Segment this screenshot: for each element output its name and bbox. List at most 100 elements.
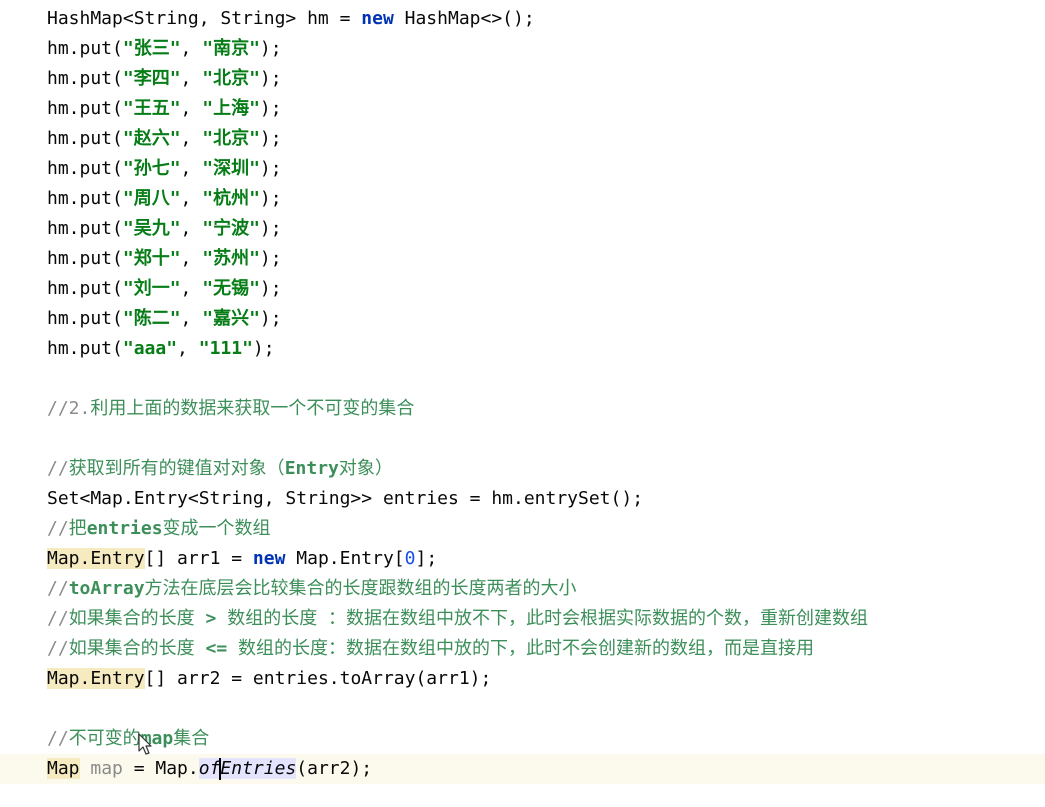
string-literal: "苏州" <box>202 248 260 269</box>
code-text: Map.Entry[ <box>285 548 405 569</box>
code-text: hm.put( <box>47 98 123 119</box>
code-comment-immutable-map[interactable]: //不可变的map集合 <box>0 724 1045 754</box>
code-text: hm.put( <box>47 218 123 239</box>
comment-text: 如果集合的长度 <box>68 638 206 659</box>
code-line-put-11[interactable]: hm.put("aaa", "111"); <box>0 334 1045 364</box>
code-text: , <box>180 308 203 329</box>
code-line-map-ofentries[interactable]: Map map = Map.ofEntries(arr2); <box>0 754 1045 784</box>
code-text: (arr2); <box>296 758 373 779</box>
string-literal: "111" <box>198 338 253 359</box>
code-line-put-10[interactable]: hm.put("陈二", "嘉兴"); <box>0 304 1045 334</box>
code-text: ); <box>259 128 282 149</box>
code-text: HashMap<>(); <box>393 8 535 29</box>
code-line-put-9[interactable]: hm.put("刘一", "无锡"); <box>0 274 1045 304</box>
code-comment-toarray-desc[interactable]: //toArray方法在底层会比较集合的长度跟数组的长度两者的大小 <box>0 574 1045 604</box>
code-line-entryset[interactable]: Set<Map.Entry<String, String>> entries =… <box>0 484 1045 514</box>
string-literal: "陈二" <box>122 308 181 329</box>
code-comment-to-array[interactable]: //把entries变成一个数组 <box>0 514 1045 544</box>
code-line-put-6[interactable]: hm.put("周八", "杭州"); <box>0 184 1045 214</box>
code-text: [] arr1 = <box>144 548 253 569</box>
code-text: ); <box>259 38 282 59</box>
code-comment-entries[interactable]: //获取到所有的键值对对象（Entry对象） <box>0 454 1045 484</box>
string-literal: "嘉兴" <box>202 308 260 329</box>
comment-text: 方法在底层会比较集合的长度跟数组的长度两者的大小 <box>144 578 577 599</box>
comment-text: 数组的长度：数据在数组中放的下，此时不会创建新的数组，而是直接用 <box>227 638 815 659</box>
code-comment-less-equal[interactable]: //如果集合的长度 <= 数组的长度：数据在数组中放的下，此时不会创建新的数组，… <box>0 634 1045 664</box>
comment-text: 变成一个数组 <box>162 518 271 539</box>
string-literal: "刘一" <box>122 278 181 299</box>
code-text: hm.put( <box>47 248 123 269</box>
comment-marker: // <box>47 458 69 479</box>
code-line-put-3[interactable]: hm.put("王五", "上海"); <box>0 94 1045 124</box>
code-text: , <box>180 38 203 59</box>
code-line-1[interactable]: HashMap<String, String> hm = new HashMap… <box>0 4 1045 34</box>
comment-marker: //2. <box>47 398 91 419</box>
code-text: hm.put( <box>47 158 123 179</box>
comment-marker: // <box>47 728 69 749</box>
code-text: , <box>180 98 203 119</box>
comment-text: 利用上面的数据来获取一个不可变的集合 <box>90 398 415 419</box>
comment-marker: // <box>47 608 69 629</box>
number-literal: 0 <box>404 548 416 569</box>
static-method-name: Entries <box>220 758 297 779</box>
string-literal: "李四" <box>122 68 181 89</box>
keyword-new: new <box>252 548 286 569</box>
string-literal: "上海" <box>202 98 260 119</box>
code-text: HashMap<String, String> hm = <box>47 8 362 29</box>
code-text: = Map. <box>122 758 199 779</box>
string-literal: "无锡" <box>202 278 260 299</box>
comment-marker: // <box>47 518 69 539</box>
code-text: , <box>180 188 203 209</box>
code-comment-greater[interactable]: //如果集合的长度 > 数组的长度 ：数据在数组中放不下，此时会根据实际数据的个… <box>0 604 1045 634</box>
comment-text: 如果集合的长度 <box>68 608 206 629</box>
comment-text: 获取到所有的键值对对象（ <box>68 458 285 479</box>
code-text: ); <box>259 68 282 89</box>
comment-code: <= <box>205 638 228 659</box>
code-text: hm.put( <box>47 338 123 359</box>
code-text: ); <box>259 98 282 119</box>
code-text: ); <box>252 338 275 359</box>
code-line-put-2[interactable]: hm.put("李四", "北京"); <box>0 64 1045 94</box>
string-literal: "郑十" <box>122 248 181 269</box>
code-text: , <box>180 278 203 299</box>
code-text: hm.put( <box>47 38 123 59</box>
code-editor[interactable]: HashMap<String, String> hm = new HashMap… <box>0 0 1045 807</box>
string-literal: "赵六" <box>122 128 181 149</box>
code-line-put-4[interactable]: hm.put("赵六", "北京"); <box>0 124 1045 154</box>
string-literal: "张三" <box>122 38 181 59</box>
code-line-put-1[interactable]: hm.put("张三", "南京"); <box>0 34 1045 64</box>
string-literal: "北京" <box>202 68 260 89</box>
string-literal: "周八" <box>122 188 181 209</box>
code-text: ); <box>259 158 282 179</box>
code-line-put-5[interactable]: hm.put("孙七", "深圳"); <box>0 154 1045 184</box>
code-text: ); <box>259 308 282 329</box>
comment-text: 把 <box>68 518 87 539</box>
code-text: , <box>180 128 203 149</box>
string-literal: "吴九" <box>122 218 181 239</box>
comment-text: 对象） <box>338 458 393 479</box>
comment-code: entries <box>86 518 163 539</box>
code-text: ); <box>259 278 282 299</box>
unused-variable: map <box>90 758 123 779</box>
code-text: , <box>180 248 203 269</box>
comment-text: 集合 <box>173 728 210 749</box>
code-text: , <box>177 338 199 359</box>
mouse-pointer-icon <box>138 733 152 755</box>
highlighted-type: Map <box>47 758 80 779</box>
code-text: [] arr2 = entries.toArray(arr1); <box>144 668 492 689</box>
string-literal: "杭州" <box>202 188 260 209</box>
string-literal: "aaa" <box>122 338 178 359</box>
string-literal: "宁波" <box>202 218 260 239</box>
code-line-arr1[interactable]: Map.Entry[] arr1 = new Map.Entry[0]; <box>0 544 1045 574</box>
code-text: ); <box>259 218 282 239</box>
static-method-name: of <box>198 758 221 779</box>
string-literal: "孙七" <box>122 158 181 179</box>
code-line-put-7[interactable]: hm.put("吴九", "宁波"); <box>0 214 1045 244</box>
comment-marker: // <box>47 578 69 599</box>
code-line-put-8[interactable]: hm.put("郑十", "苏州"); <box>0 244 1045 274</box>
code-text: ); <box>259 248 282 269</box>
string-literal: "北京" <box>202 128 260 149</box>
code-line-arr2[interactable]: Map.Entry[] arr2 = entries.toArray(arr1)… <box>0 664 1045 694</box>
code-comment-step2[interactable]: //2.利用上面的数据来获取一个不可变的集合 <box>0 394 1045 424</box>
code-text: Set<Map.Entry<String, String>> entries =… <box>47 488 644 509</box>
